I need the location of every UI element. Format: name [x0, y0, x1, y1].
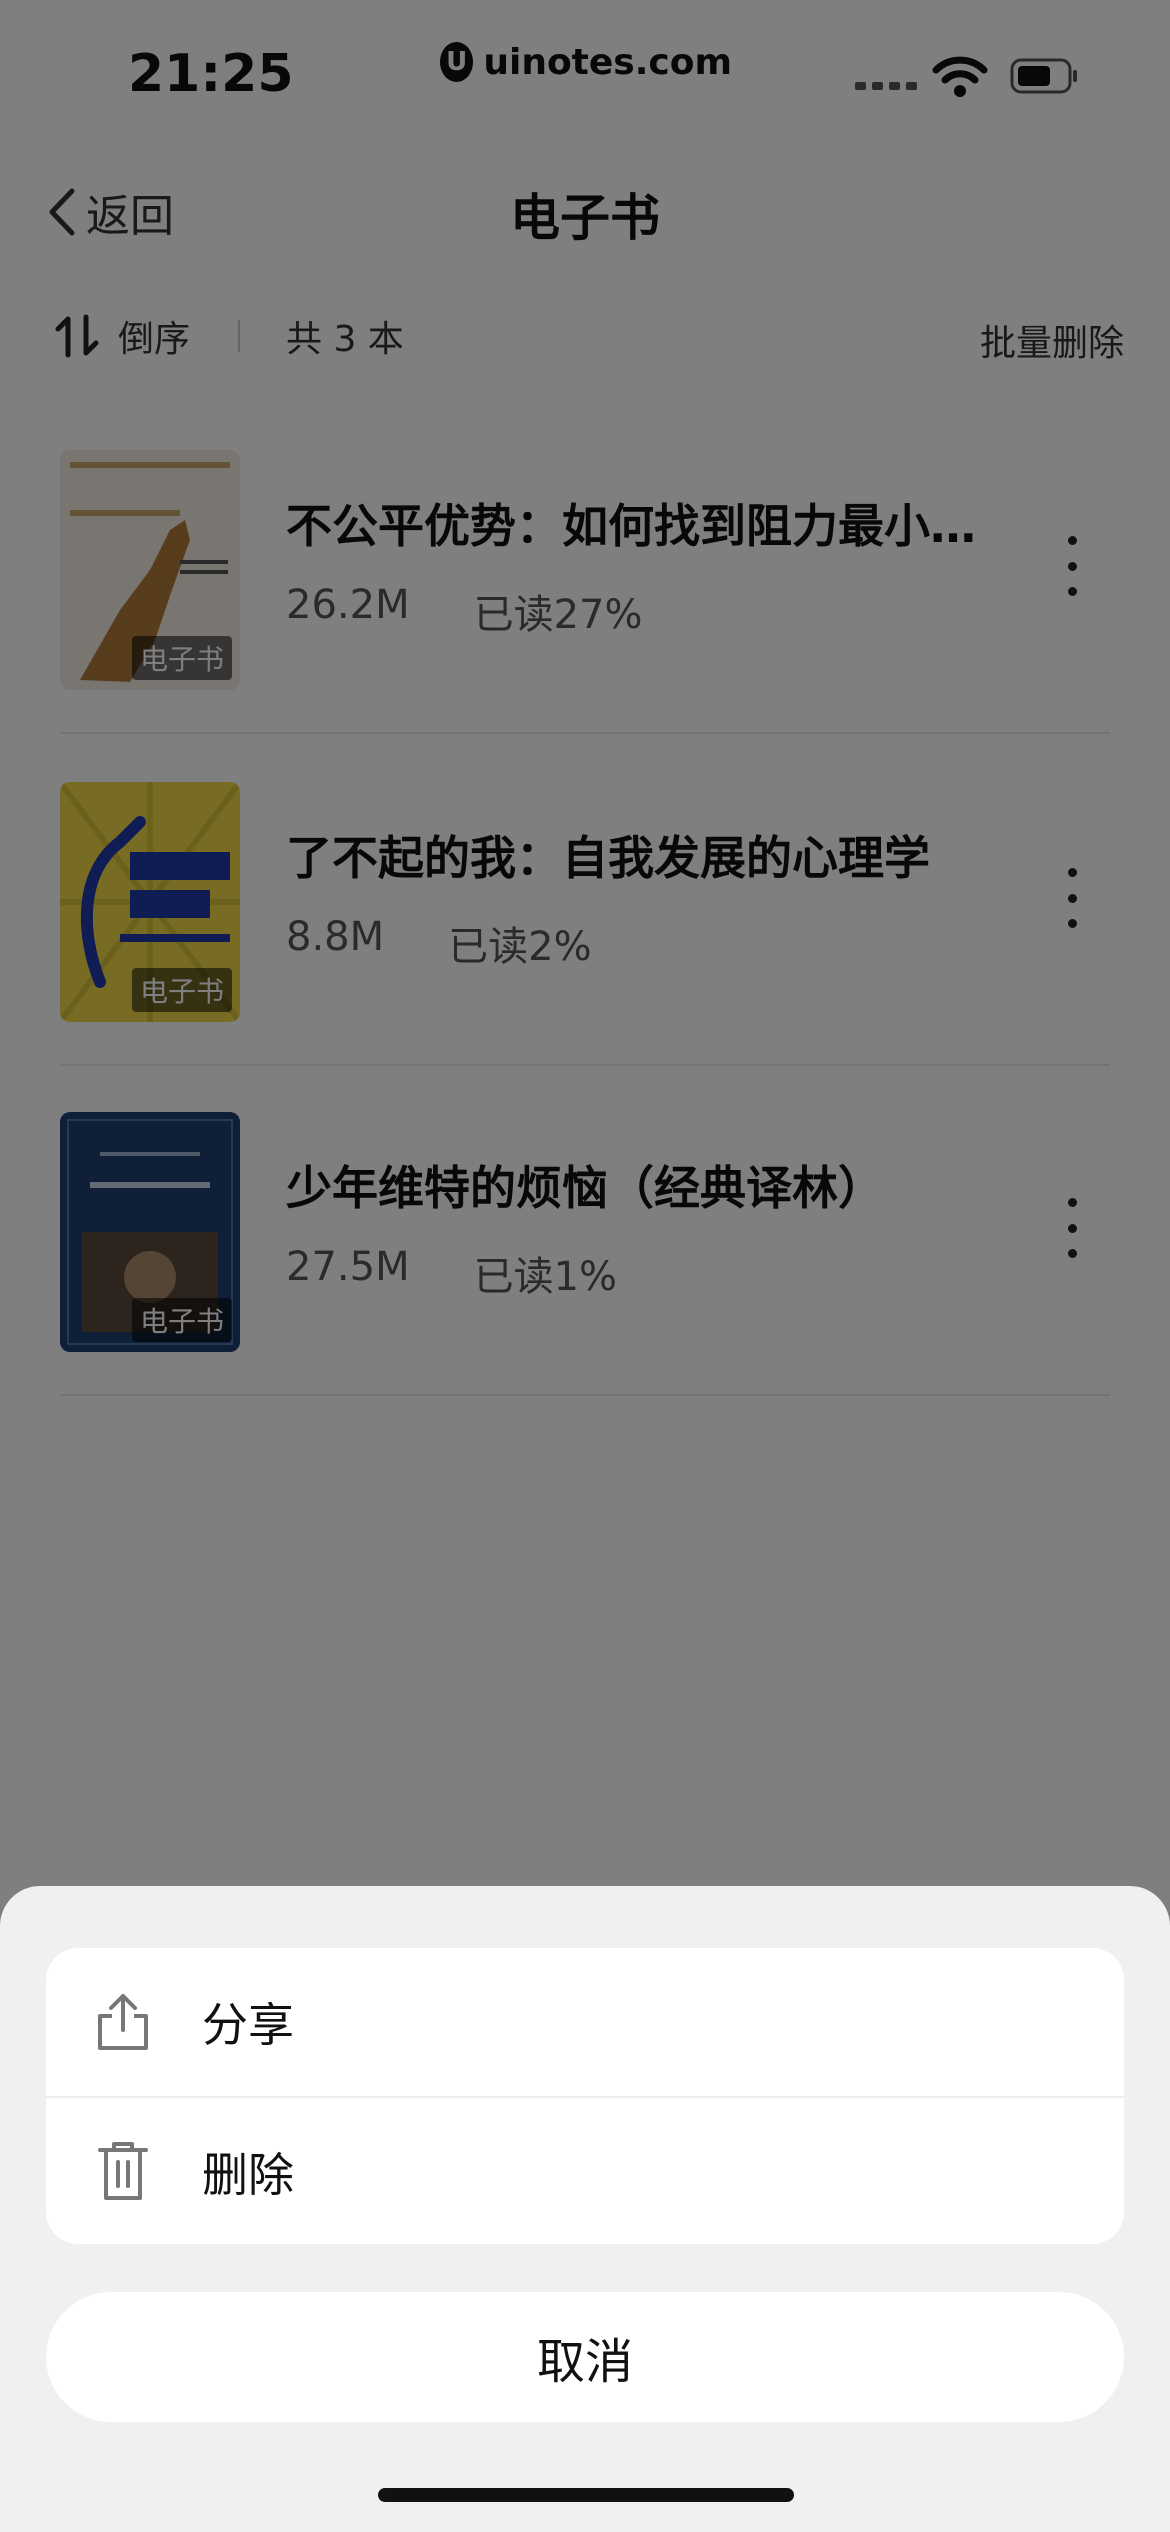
trash-icon [98, 2142, 148, 2200]
share-icon [98, 1994, 148, 2050]
cancel-button[interactable]: 取消 [46, 2292, 1124, 2422]
share-label: 分享 [202, 1998, 294, 2052]
delete-action[interactable]: 删除 [46, 2098, 1124, 2244]
share-action[interactable]: 分享 [46, 1948, 1124, 2096]
home-indicator[interactable] [378, 2488, 794, 2502]
delete-label: 删除 [202, 2148, 294, 2202]
action-list: 分享 删除 [46, 1948, 1124, 2244]
